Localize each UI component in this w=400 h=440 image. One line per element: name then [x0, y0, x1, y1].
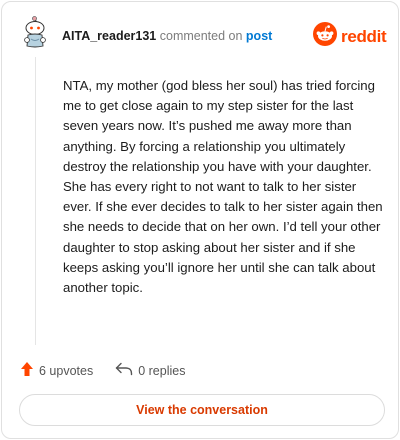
comment-header: AITA_reader131 commented on post — [62, 28, 272, 44]
commented-on-text: commented on — [159, 29, 243, 43]
upvote-arrow-icon — [20, 361, 34, 380]
user-avatar-icon[interactable] — [20, 16, 50, 48]
comment-card: AITA_reader131 commented on post reddit … — [1, 1, 399, 439]
reply-arrow-icon — [115, 362, 133, 379]
reddit-logo[interactable]: reddit — [313, 22, 387, 51]
view-conversation-button[interactable]: View the conversation — [19, 394, 385, 426]
post-link[interactable]: post — [246, 29, 272, 43]
username-link[interactable]: AITA_reader131 — [62, 29, 156, 43]
upvote-button[interactable]: 6 upvotes — [20, 361, 93, 380]
reddit-wordmark: reddit — [341, 26, 387, 46]
reply-count: 0 replies — [138, 363, 186, 378]
comment-body: NTA, my mother (god bless her soul) has … — [63, 78, 383, 296]
thread-line — [35, 57, 36, 345]
upvote-count: 6 upvotes — [39, 363, 94, 378]
comment-actions: 6 upvotes 0 replies — [20, 361, 185, 380]
reddit-snoo-icon — [313, 22, 337, 51]
replies-button[interactable]: 0 replies — [115, 362, 185, 379]
